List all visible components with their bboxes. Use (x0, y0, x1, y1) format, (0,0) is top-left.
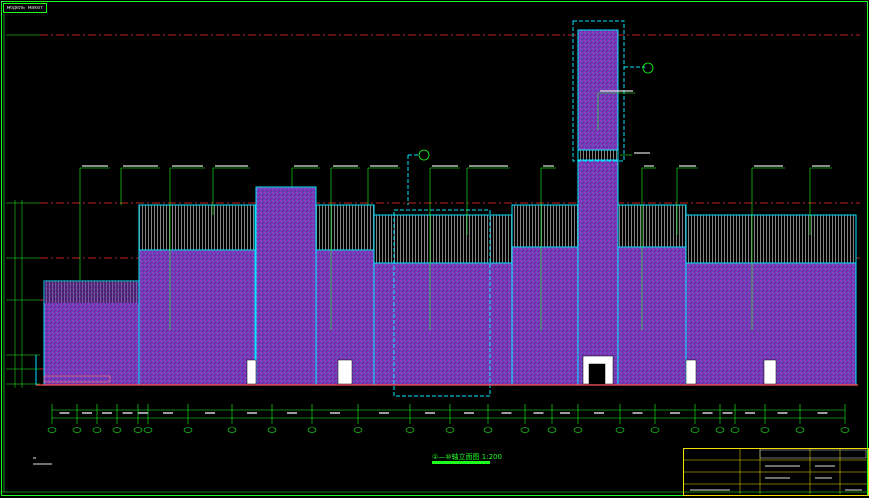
axis-bubble (227, 427, 237, 433)
axis-bubble (690, 427, 700, 433)
axis-bubble (840, 427, 850, 433)
axis-bubble (112, 427, 122, 433)
drawing-title: ①—⑩轴立面图 1:200 (432, 452, 502, 464)
dimension-lines (52, 409, 845, 419)
dimension-ticks (51, 404, 846, 424)
drawing-title-text: ①—⑩轴立面图 (432, 453, 480, 461)
tower-shaft (577, 29, 619, 386)
title-block (683, 448, 869, 496)
block-b-tower (255, 186, 317, 386)
axis-bubble (72, 427, 82, 433)
title-underline (432, 461, 490, 464)
axis-bubble (650, 427, 660, 433)
axis-bubble (267, 427, 277, 433)
axis-bubble (183, 427, 193, 433)
axis-bubble (133, 427, 143, 433)
axis-bubble (760, 427, 770, 433)
axis-bubble (92, 427, 102, 433)
facade-blocks (43, 29, 857, 386)
axis-bubble (307, 427, 317, 433)
axis-bubble (353, 427, 363, 433)
axis-bubble (520, 427, 530, 433)
axis-bubble (143, 427, 153, 433)
axis-bubble (445, 427, 455, 433)
axis-bubble (795, 427, 805, 433)
axis-bubble (547, 427, 557, 433)
level-lines (6, 34, 40, 388)
axis-bubble (483, 427, 493, 433)
drawing-scale: 1:200 (481, 453, 502, 461)
annotation-text-marks (82, 90, 830, 167)
axis-bubbles (47, 427, 850, 433)
notes (33, 457, 52, 465)
axis-bubble (47, 427, 57, 433)
axis-bubble (405, 427, 415, 433)
axis-bubble (715, 427, 725, 433)
axis-bubble (573, 427, 583, 433)
axis-bubble (730, 427, 740, 433)
cad-drawing-canvas (0, 1, 869, 496)
axis-bubble (615, 427, 625, 433)
